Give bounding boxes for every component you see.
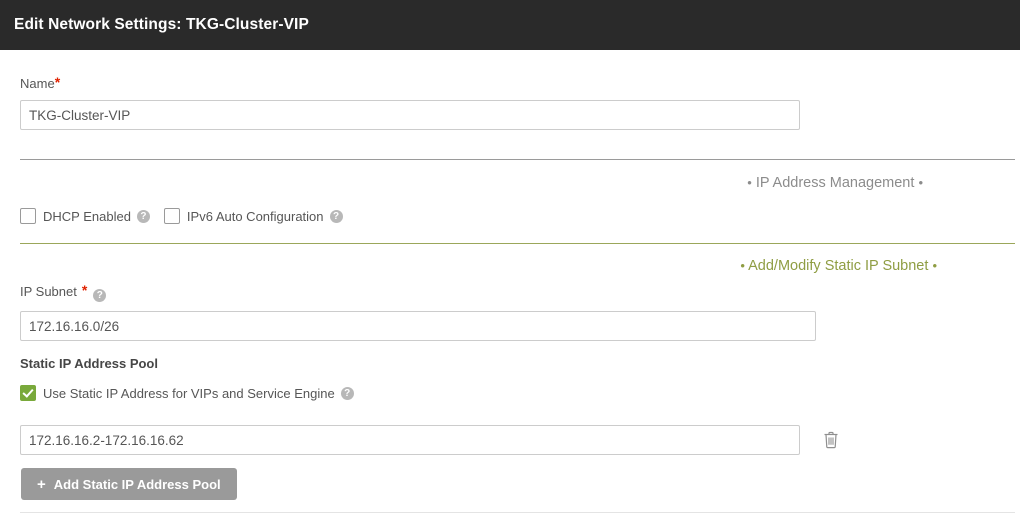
add-static-ip-address-pool-label: Add Static IP Address Pool — [53, 476, 221, 492]
ipv6-auto-config-checkbox-item[interactable]: IPv6 Auto Configuration ? — [163, 208, 343, 224]
legend-bullet-right: • — [932, 258, 937, 274]
static-ip-subnet-legend: • Add/Modify Static IP Subnet • — [20, 258, 1015, 274]
bottom-divider — [20, 512, 1015, 513]
trash-icon — [824, 431, 838, 449]
ip-subnet-label-text: IP Subnet — [20, 284, 77, 299]
add-static-ip-address-pool-button[interactable]: + Add Static IP Address Pool — [21, 468, 237, 500]
use-static-ip-row: Use Static IP Address for VIPs and Servi… — [20, 385, 368, 401]
use-static-ip-checkbox[interactable] — [20, 385, 36, 401]
ip-address-management-fieldset: • IP Address Management • — [20, 159, 1015, 243]
ipv6-auto-config-checkbox[interactable] — [163, 208, 180, 224]
ip-address-management-legend-text: IP Address Management — [755, 175, 915, 191]
dialog-title: Edit Network Settings: TKG-Cluster-VIP — [14, 16, 309, 33]
help-icon[interactable]: ? — [329, 209, 343, 223]
static-ip-pool-entry-row — [20, 425, 842, 455]
legend-bullet-right: • — [918, 175, 923, 191]
delete-pool-entry-button[interactable] — [820, 428, 842, 452]
dialog-title-bar: Edit Network Settings: TKG-Cluster-VIP — [0, 0, 1020, 50]
name-input[interactable] — [20, 100, 800, 130]
ip-address-management-legend: • IP Address Management • — [20, 175, 1015, 191]
legend-bullet-left: • — [747, 175, 752, 191]
name-required-asterisk: * — [54, 74, 61, 90]
plus-icon: + — [37, 475, 46, 493]
dhcp-options-row: DHCP Enabled ? IPv6 Auto Configuration ? — [20, 208, 357, 224]
name-field-group: Name* — [20, 74, 800, 130]
static-ip-address-pool-heading: Static IP Address Pool — [20, 356, 158, 371]
dhcp-enabled-checkbox-item[interactable]: DHCP Enabled ? — [20, 208, 150, 224]
ip-subnet-label: IP Subnet *? — [20, 282, 816, 302]
legend-bullet-left: • — [740, 258, 745, 274]
use-static-ip-label: Use Static IP Address for VIPs and Servi… — [43, 385, 335, 401]
ip-subnet-field-group: IP Subnet *? — [20, 282, 816, 341]
form-body: Name* • IP Address Management • DHCP Ena… — [0, 50, 1020, 518]
name-label: Name* — [20, 74, 800, 91]
use-static-ip-checkbox-item[interactable]: Use Static IP Address for VIPs and Servi… — [20, 385, 354, 401]
dhcp-enabled-label: DHCP Enabled — [43, 208, 131, 224]
help-icon[interactable]: ? — [340, 386, 354, 400]
dhcp-enabled-checkbox[interactable] — [20, 208, 36, 224]
ip-subnet-input[interactable] — [20, 311, 816, 341]
help-icon[interactable]: ? — [136, 209, 150, 223]
static-ip-pool-input[interactable] — [20, 425, 800, 455]
name-label-text: Name — [20, 76, 55, 91]
ip-subnet-required-asterisk: * — [81, 282, 88, 298]
ipv6-auto-config-label: IPv6 Auto Configuration — [186, 208, 324, 224]
help-icon[interactable]: ? — [93, 289, 107, 302]
static-ip-subnet-legend-text: Add/Modify Static IP Subnet — [748, 258, 929, 274]
